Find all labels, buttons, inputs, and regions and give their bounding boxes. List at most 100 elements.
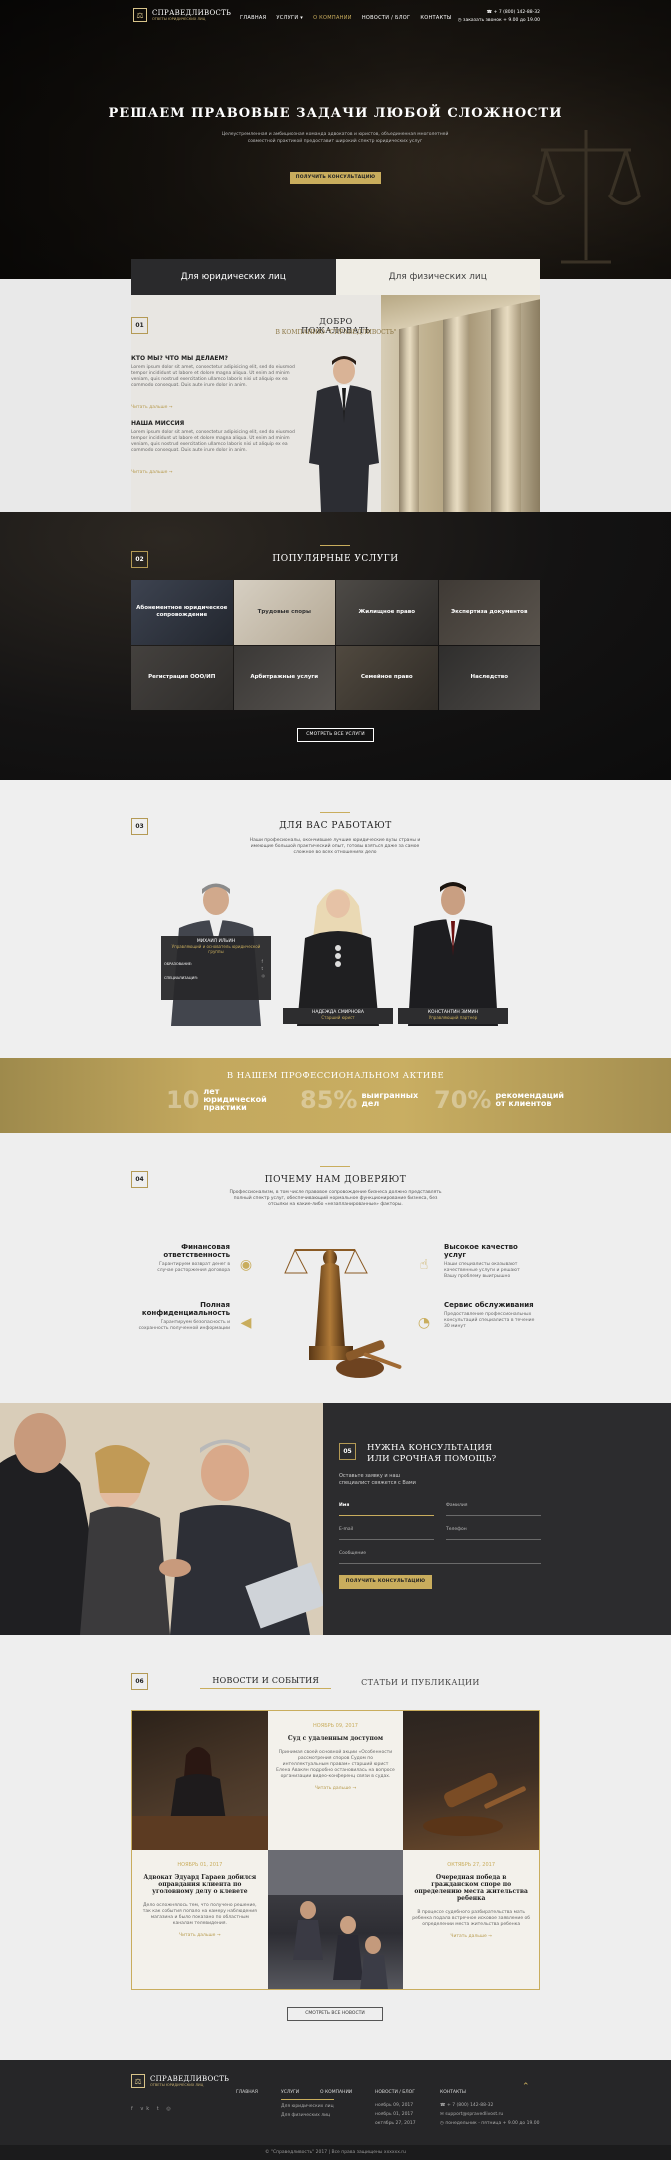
trust-title: ПОЧЕМУ НАМ ДОВЕРЯЮТ xyxy=(264,1175,407,1185)
welcome-section: 01 КТО МЫ? ЧТО МЫ ДЕЛАЕМ? Lorem ipsum do… xyxy=(131,295,540,512)
nav-item-about[interactable]: О КОМПАНИИ xyxy=(313,15,352,21)
message-field-label: Сообщение xyxy=(339,1551,367,1556)
service-tile[interactable]: Семейное право xyxy=(336,645,438,710)
consult-submit-button[interactable]: ПОЛУЧИТЬ КОНСУЛЬТАЦИЮ xyxy=(339,1575,432,1589)
news-card[interactable]: НОЯБРЬ 01, 2017 Адвокат Эдуард Гараев до… xyxy=(132,1850,268,1989)
footer-news-date[interactable]: ноябрь 09, 2017 xyxy=(375,2101,416,2110)
nav-item-news[interactable]: НОВОСТИ / БЛОГ xyxy=(362,15,411,21)
team-section: 03 ДЛЯ ВАС РАБОТАЮТ Наши професионалы, о… xyxy=(0,780,671,1058)
footer-nav-home[interactable]: ГЛАВНАЯ xyxy=(236,2088,258,2097)
read-more-link[interactable]: Читать дальше → xyxy=(140,1933,260,1938)
logo-title: СПРАВЕДЛИВОСТЬ xyxy=(150,2075,230,2083)
mission-heading: НАША МИССИЯ xyxy=(131,420,185,427)
news-section: 06 НОВОСТИ И СОБЫТИЯ СТАТЬИ И ПУБЛИКАЦИИ… xyxy=(0,1635,671,2060)
team-member-photo xyxy=(408,882,498,1026)
header-callback[interactable]: ◷ заказать звонок + 9.00 до 19.00 xyxy=(458,17,540,25)
news-date: НОЯБРЬ 09, 2017 xyxy=(313,1723,358,1729)
all-news-button[interactable]: СМОТРЕТЬ ВСЕ НОВОСТИ xyxy=(287,2007,383,2021)
footer-logo[interactable]: ⚖ СПРАВЕДЛИВОСТЬ ОТВЕТЫ ЮРИДИЧЕСКИХ ЛИЦ xyxy=(131,2074,229,2088)
footer-nav-news: НОВОСТИ / БЛОГ ноябрь 09, 2017 ноябрь 01… xyxy=(375,2088,416,2128)
stats-title: В НАШЕМ ПРОФЕССИОНАЛЬНОМ АКТИВЕ xyxy=(226,1071,445,1081)
tab-legal-entities[interactable]: Для юридических лиц xyxy=(131,259,336,295)
footer-nav-about[interactable]: О КОМПАНИИ xyxy=(320,2088,352,2097)
read-more-link[interactable]: Читать дальше → xyxy=(131,470,173,475)
tab-articles[interactable]: СТАТЬИ И ПУБЛИКАЦИИ xyxy=(361,1678,479,1687)
lawyer-portrait xyxy=(309,356,379,512)
team-member-card[interactable]: НАДЕЖДА СМИРНОВА Старший юрист xyxy=(283,876,393,1026)
tab-news-events[interactable]: НОВОСТИ И СОБЫТИЯ xyxy=(200,1676,332,1689)
scales-of-justice-icon xyxy=(531,130,641,264)
consultation-form: 05 НУЖНА КОНСУЛЬТАЦИЯ ИЛИ СРОЧНАЯ ПОМОЩЬ… xyxy=(323,1403,671,1635)
section-number: 01 xyxy=(131,317,148,334)
logo-subtitle: ОТВЕТЫ ЮРИДИЧЕСКИХ ЛИЦ xyxy=(150,2083,204,2087)
news-card[interactable]: НОЯБРЬ 09, 2017 Суд с удаленным доступом… xyxy=(267,1711,404,1850)
stat-item: 10 лет юридической практики xyxy=(166,1086,273,1114)
surname-field[interactable] xyxy=(446,1515,541,1516)
nav-item-services[interactable]: УСЛУГИ ▾ xyxy=(276,15,303,21)
team-member-card[interactable]: КОНСТАНТИН ЗИМИН Управляющий партнер xyxy=(398,876,508,1026)
hero-subtitle: Целеустремленная и амбициозная команда а… xyxy=(221,132,449,144)
name-field[interactable] xyxy=(339,1515,434,1516)
phone-icon: ☎ xyxy=(486,10,494,15)
read-more-link[interactable]: Читать дальше → xyxy=(411,1934,531,1939)
thumbs-up-icon: ☝ xyxy=(419,1257,429,1273)
trust-item: Полная конфиденциальность Гарантируем бе… xyxy=(130,1301,230,1332)
header-phone[interactable]: ☎ + 7 (800) 142-88-32 xyxy=(458,9,540,17)
footer-news-date[interactable]: октябрь 27, 2017 xyxy=(375,2119,416,2128)
chevron-down-icon: ▾ xyxy=(300,15,304,21)
trust-item-text: Предоставление профессиональных консульт… xyxy=(444,1312,535,1329)
trust-item-title: Высокое качество услуг xyxy=(444,1243,518,1259)
surname-field-label: Фамилия xyxy=(446,1503,468,1508)
phone-icon: ☎ xyxy=(440,2103,448,2108)
team-description: Наши професионалы, окончившие лучшие юри… xyxy=(249,838,421,855)
news-title: Адвокат Эдуард Гараев добился оправдания… xyxy=(143,1874,257,1895)
footer-service-link[interactable]: Для физических лиц xyxy=(281,2111,334,2120)
footer-service-link[interactable]: Для юридических лиц xyxy=(281,2099,334,2111)
news-date: ОКТЯБРЬ 27, 2017 xyxy=(447,1862,496,1868)
service-tile[interactable]: Экспертиза документов xyxy=(438,580,540,645)
news-card[interactable]: ОКТЯБРЬ 27, 2017 Очередная победа в граж… xyxy=(403,1850,539,1989)
trust-section: 04 ПОЧЕМУ НАМ ДОВЕРЯЮТ Профессионализм, … xyxy=(0,1133,671,1403)
footer-news-date[interactable]: ноябрь 01, 2017 xyxy=(375,2110,416,2119)
service-tile[interactable]: Регистрация ООО/ИП xyxy=(131,645,233,710)
footer-contacts: КОНТАКТЫ ☎ + 7 (800) 142-88-32 ✉ support… xyxy=(440,2088,539,2128)
service-tile[interactable]: Арбитражные услуги xyxy=(233,645,335,710)
trust-description: Профессионализм, в том числе правовое со… xyxy=(229,1190,442,1207)
news-date: НОЯБРЬ 01, 2017 xyxy=(177,1862,223,1868)
services-title: ПОПУЛЯРНЫЕ УСЛУГИ xyxy=(272,554,399,564)
footer-social-icons[interactable]: f vk t ◎ xyxy=(131,2105,174,2114)
service-tile[interactable]: Трудовые споры xyxy=(233,580,335,645)
email-field[interactable] xyxy=(339,1539,434,1540)
mission-text: Lorem ipsum dolor sit amet, consectetur … xyxy=(131,430,295,453)
message-field[interactable] xyxy=(339,1563,541,1564)
service-tile[interactable]: Жилищное право xyxy=(336,580,438,645)
services-grid: Абонементное юридическое сопровождение Т… xyxy=(131,580,540,710)
scroll-top-icon[interactable]: ⌃ xyxy=(522,2082,530,2092)
stat-number: 85% xyxy=(300,1086,358,1114)
team-member-card[interactable]: МИХАИЛ ИЛЬИН Управляющий и основатель юр… xyxy=(161,876,271,1026)
read-more-link[interactable]: Читать дальше → xyxy=(276,1786,396,1791)
phone-field-label: Телефон xyxy=(446,1527,467,1532)
service-tile[interactable]: Наследство xyxy=(438,645,540,710)
footer-phone[interactable]: ☎ + 7 (800) 142-88-32 xyxy=(440,2101,539,2110)
hero-cta-button[interactable]: ПОЛУЧИТЬ КОНСУЛЬТАЦИЮ xyxy=(290,172,381,184)
trust-item-text: Гарантируем возврат денег в случае расто… xyxy=(157,1262,230,1273)
read-more-link[interactable]: Читать дальше → xyxy=(131,405,173,410)
name-field-label: Имя xyxy=(339,1503,350,1508)
footer-email[interactable]: ✉ support@spravedlivost.ru xyxy=(440,2110,539,2119)
logo-scales-icon: ⚖ xyxy=(133,8,147,22)
member-role: Управляющий и основатель юридической гру… xyxy=(171,944,261,954)
social-icons[interactable]: f t ◎ xyxy=(262,958,266,979)
service-tile[interactable]: Абонементное юридическое сопровождение xyxy=(131,580,233,645)
all-services-button[interactable]: СМОТРЕТЬ ВСЕ УСЛУГИ xyxy=(297,728,374,742)
nav-item-home[interactable]: ГЛАВНАЯ xyxy=(240,15,266,21)
nav-item-contacts[interactable]: КОНТАКТЫ xyxy=(420,15,451,21)
hero-title: РЕШАЕМ ПРАВОВЫЕ ЗАДАЧИ ЛЮБОЙ СЛОЖНОСТИ xyxy=(108,106,563,121)
site-logo[interactable]: ⚖ СПРАВЕДЛИВОСТЬ ОТВЕТЫ ЮРИДИЧЕСКИХ ЛИЦ xyxy=(133,8,231,22)
tab-individuals[interactable]: Для физических лиц xyxy=(335,259,540,295)
phone-field[interactable] xyxy=(446,1539,541,1540)
footer-nav-news-link[interactable]: НОВОСТИ / БЛОГ xyxy=(375,2088,416,2097)
news-image-gavel xyxy=(403,1711,539,1850)
news-title: Очередная победа в гражданском споре по … xyxy=(414,1874,528,1902)
header-contacts: ☎ + 7 (800) 142-88-32 ◷ заказать звонок … xyxy=(458,9,540,25)
